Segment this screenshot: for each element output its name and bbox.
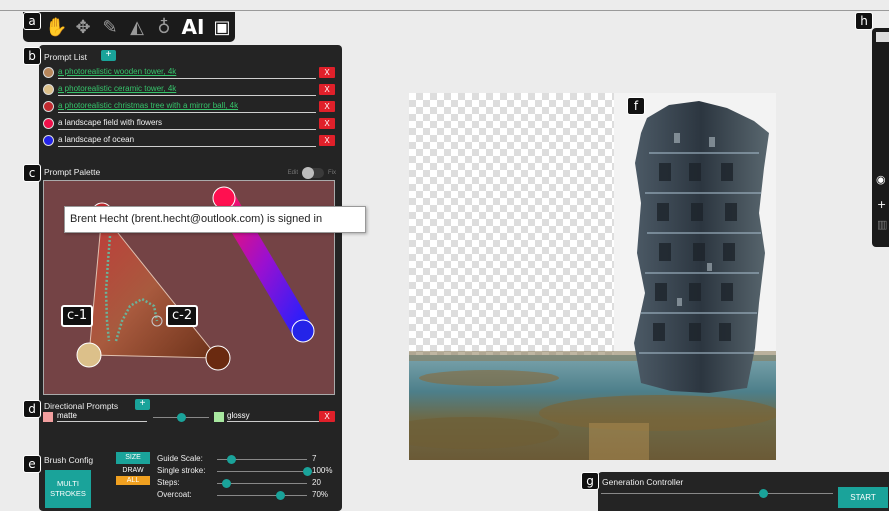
top-divider bbox=[0, 10, 889, 11]
left-prompt-label[interactable]: matte bbox=[57, 411, 147, 422]
generated-image bbox=[409, 93, 776, 460]
brush-slider-label: Guide Scale: bbox=[157, 454, 203, 463]
label-c: c bbox=[23, 164, 41, 182]
left-swatch[interactable] bbox=[43, 412, 53, 422]
ai-icon[interactable]: AI bbox=[180, 15, 206, 39]
generation-slider-knob[interactable] bbox=[759, 489, 769, 498]
lasso-icon[interactable]: ♁ bbox=[153, 17, 175, 38]
brush-slider-label: Single stroke: bbox=[157, 466, 206, 475]
left-panel: Prompt List + a photorealistic wooden to… bbox=[39, 45, 342, 511]
brush-slider-track[interactable] bbox=[217, 495, 307, 496]
all-button[interactable]: ALL bbox=[116, 476, 150, 485]
label-c2: c-2 bbox=[166, 305, 199, 327]
palette-mode-toggle[interactable]: Edit Fix bbox=[287, 167, 336, 179]
label-h: h bbox=[855, 12, 873, 30]
delete-prompt-button[interactable]: X bbox=[319, 135, 335, 146]
directional-row: matte glossy X bbox=[43, 410, 335, 424]
layer-thumbnail[interactable] bbox=[876, 32, 889, 42]
brush-slider-label: Steps: bbox=[157, 478, 180, 487]
brush-slider-value: 7 bbox=[312, 454, 317, 463]
toggle-switch[interactable] bbox=[302, 167, 324, 179]
prompt-row: a photorealistic wooden tower, 4k X bbox=[43, 65, 335, 80]
brush-slider-label: Overcoat: bbox=[157, 490, 192, 499]
directional-slider-knob[interactable] bbox=[177, 413, 186, 422]
right-prompt-label[interactable]: glossy bbox=[227, 411, 319, 422]
generation-canvas[interactable] bbox=[409, 93, 776, 460]
brush-slider-value: 100% bbox=[312, 466, 333, 475]
eraser-icon[interactable]: ◭ bbox=[126, 17, 148, 38]
add-prompt-button[interactable]: + bbox=[101, 50, 116, 61]
start-button[interactable]: START bbox=[838, 487, 888, 508]
node-wooden-tower[interactable] bbox=[205, 345, 231, 371]
label-g: g bbox=[581, 472, 599, 490]
multi-strokes-button[interactable]: MULTI STROKES bbox=[45, 470, 91, 508]
generation-slider-track[interactable] bbox=[601, 493, 833, 494]
prompt-palette-title: Prompt Palette bbox=[44, 167, 101, 177]
brush-slider-knob[interactable] bbox=[226, 455, 236, 464]
prompt-row: a photorealistic christmas tree with a m… bbox=[43, 99, 335, 114]
prompt-color-dot[interactable] bbox=[43, 101, 54, 112]
brush-slider-knob[interactable] bbox=[303, 467, 312, 476]
toggle-fix-label: Fix bbox=[328, 170, 336, 176]
delete-prompt-button[interactable]: X bbox=[319, 118, 335, 129]
prompt-list-title: Prompt List bbox=[44, 52, 87, 62]
prompt-row: a photorealistic ceramic tower, 4k X bbox=[43, 82, 335, 97]
prompt-text[interactable]: a photorealistic christmas tree with a m… bbox=[58, 101, 316, 113]
prompt-color-dot[interactable] bbox=[43, 135, 54, 146]
toolbar: ✋ ✥ ✎ ◭ ♁ AI ▣ bbox=[23, 12, 235, 42]
move-icon[interactable]: ✥ bbox=[72, 17, 94, 38]
eye-icon[interactable]: ◉ bbox=[876, 173, 886, 186]
delete-directional-button[interactable]: X bbox=[319, 411, 335, 422]
brush-slider-knob[interactable] bbox=[276, 491, 285, 500]
right-swatch[interactable] bbox=[214, 412, 224, 422]
prompt-text[interactable]: a landscape of ocean bbox=[58, 135, 316, 147]
label-f: f bbox=[627, 97, 645, 115]
hand-icon[interactable]: ✋ bbox=[45, 17, 67, 38]
toggle-edit-label: Edit bbox=[287, 170, 298, 176]
prompt-color-dot[interactable] bbox=[43, 84, 54, 95]
label-a: a bbox=[23, 12, 41, 30]
size-button[interactable]: SIZE bbox=[116, 452, 150, 464]
add-layer-icon[interactable]: + bbox=[877, 198, 886, 211]
prompt-row: a landscape field with flowers X bbox=[43, 116, 335, 131]
prompt-color-dot[interactable] bbox=[43, 118, 54, 129]
signed-in-tooltip: Brent Hecht (brent.hecht@outlook.com) is… bbox=[64, 206, 366, 233]
draw-label: DRAW bbox=[122, 467, 144, 474]
prompt-color-dot[interactable] bbox=[43, 67, 54, 78]
brush-slider-value: 20 bbox=[312, 478, 321, 487]
prompt-text[interactable]: a photorealistic wooden tower, 4k bbox=[58, 67, 316, 79]
label-c1: c-1 bbox=[61, 305, 94, 327]
delete-prompt-button[interactable]: X bbox=[319, 101, 335, 112]
prompt-row: a landscape of ocean X bbox=[43, 133, 335, 148]
brush-slider-value: 70% bbox=[312, 490, 329, 499]
prompt-text[interactable]: a landscape field with flowers bbox=[58, 118, 316, 130]
brush-config-title: Brush Config bbox=[44, 455, 94, 465]
delete-prompt-button[interactable]: X bbox=[319, 67, 335, 78]
generation-title: Generation Controller bbox=[602, 477, 684, 487]
delete-prompt-button[interactable]: X bbox=[319, 84, 335, 95]
generation-controller: Generation Controller START bbox=[598, 472, 889, 511]
save-icon[interactable]: ▣ bbox=[211, 17, 233, 38]
brush-slider-knob[interactable] bbox=[222, 479, 231, 488]
label-b: b bbox=[23, 47, 41, 65]
prompt-text[interactable]: a photorealistic ceramic tower, 4k bbox=[58, 84, 316, 96]
label-d: d bbox=[23, 400, 41, 418]
brush-icon[interactable]: ✎ bbox=[99, 17, 121, 38]
label-e: e bbox=[23, 455, 41, 473]
brush-slider-track[interactable] bbox=[217, 471, 307, 472]
trash-icon[interactable]: ▥ bbox=[877, 218, 887, 231]
multi-strokes-label: MULTI STROKES bbox=[50, 479, 86, 498]
layers-panel: ◉ + ▥ bbox=[872, 28, 889, 247]
node-ceramic-tower[interactable] bbox=[76, 342, 102, 368]
add-directional-button[interactable]: + bbox=[135, 399, 150, 410]
node-landscape-ocean[interactable] bbox=[291, 319, 315, 343]
